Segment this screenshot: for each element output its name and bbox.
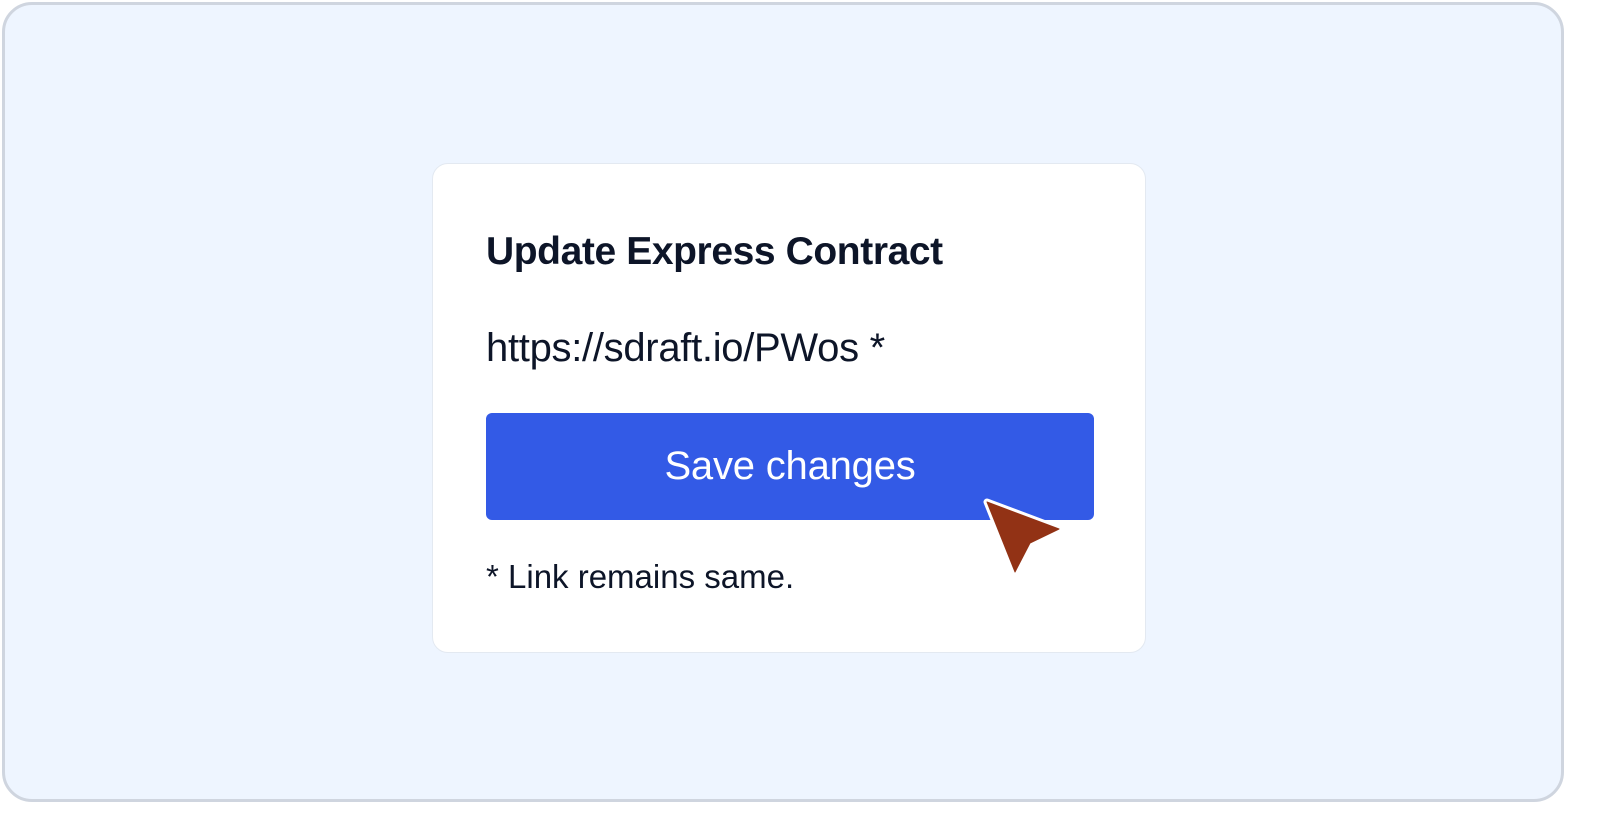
dialog-title: Update Express Contract xyxy=(486,230,943,273)
canvas-background: Update Express Contract https://sdraft.i… xyxy=(2,2,1564,802)
link-note: * Link remains same. xyxy=(486,558,795,595)
mouse-pointer-icon xyxy=(983,498,1063,576)
contract-link: https://sdraft.io/PWos * xyxy=(486,326,885,370)
